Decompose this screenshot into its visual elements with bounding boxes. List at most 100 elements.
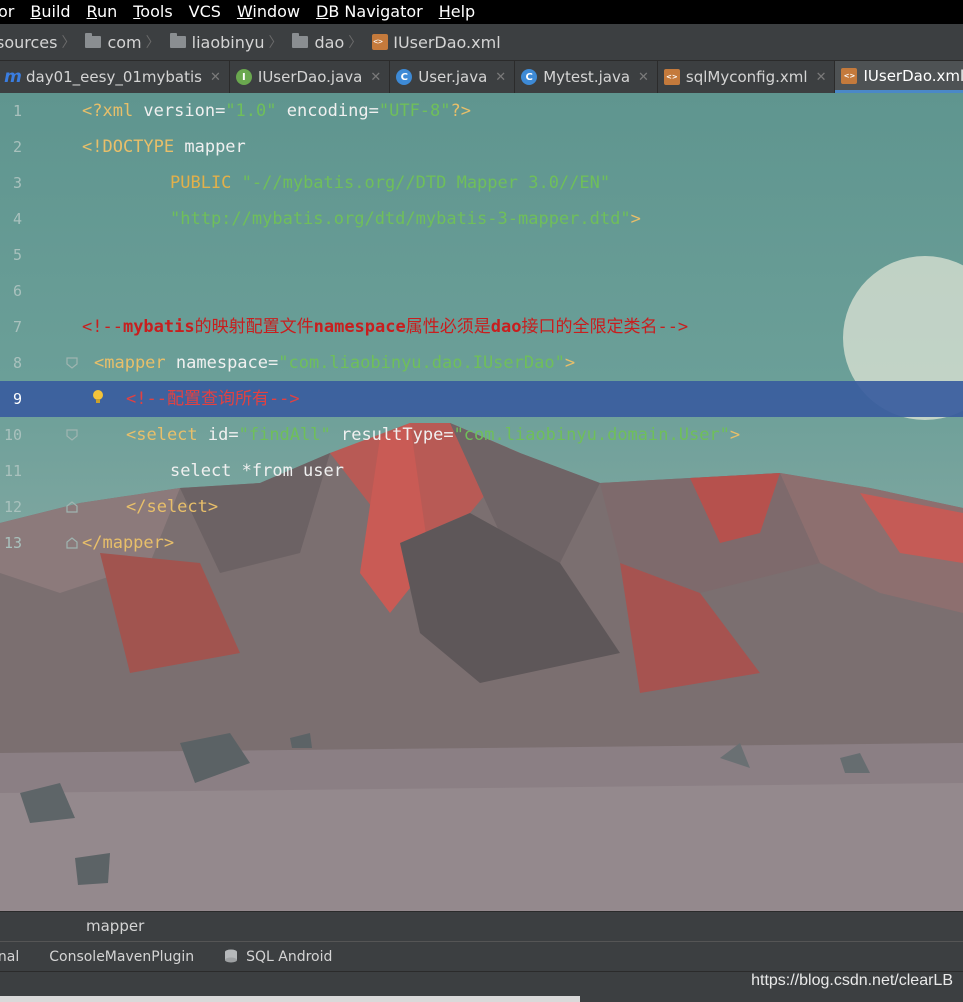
tool-window-label: SQL Android xyxy=(246,949,333,965)
fold-end-icon[interactable] xyxy=(66,501,78,513)
menu-item-db-navigator[interactable]: DB Navigator xyxy=(308,0,431,24)
code-token: PUBLIC xyxy=(170,173,242,193)
code-line[interactable]: 12 </select> xyxy=(0,489,963,525)
code-line[interactable]: 4 "http://mybatis.org/dtd/mybatis-3-mapp… xyxy=(0,201,963,237)
breadcrumb-item-com[interactable]: com 〉 xyxy=(81,32,165,52)
code-token: "UTF-8" xyxy=(378,101,451,121)
code-token: 属性必须是 xyxy=(405,317,491,337)
tool-window-console-maven-plugin[interactable]: ConsoleMavenPlugin xyxy=(49,949,194,965)
code-line[interactable]: 5 xyxy=(0,237,963,273)
xml-file-icon: <> xyxy=(841,67,858,84)
line-number: 5 xyxy=(12,246,22,264)
watermark-text: https://blog.csdn.net/clearLB xyxy=(751,972,953,989)
code-line[interactable]: 7 <!--mybatis的映射配置文件namespace属性必须是dao接口的… xyxy=(0,309,963,345)
line-number: 4 xyxy=(12,210,22,228)
structure-crumb-mapper[interactable]: mapper xyxy=(86,917,144,935)
navigation-breadcrumb: sources〉 com〉 liaobinyu〉 dao〉 IUserDao.x… xyxy=(0,24,963,61)
tab-mytest-java[interactable]: C Mytest.java ✕ xyxy=(515,61,658,93)
close-icon[interactable]: ✕ xyxy=(210,70,221,85)
tab-iuserdao-java[interactable]: I IUserDao.java ✕ xyxy=(230,61,391,93)
tab-label: IUserDao.java xyxy=(257,68,363,86)
code-token: encoding= xyxy=(276,101,379,121)
chevron-right-icon: 〉 xyxy=(61,35,76,51)
folder-icon xyxy=(85,33,102,48)
code-token: <select xyxy=(126,425,208,445)
tab-sqlmyconfig-xml[interactable]: <> sqlMyconfig.xml ✕ xyxy=(658,61,836,93)
close-icon[interactable]: ✕ xyxy=(495,70,506,85)
chevron-right-icon: 〉 xyxy=(268,35,283,51)
code-token: id= xyxy=(207,425,239,445)
line-number: 8 xyxy=(12,354,22,372)
menu-item-build[interactable]: Build xyxy=(22,0,78,24)
code-line[interactable]: 1 <?xml version="1.0" encoding="UTF-8"?> xyxy=(0,93,963,129)
menu-item-vcs[interactable]: VCS xyxy=(181,0,229,24)
breadcrumb-label: sources xyxy=(0,32,58,52)
fold-icon[interactable] xyxy=(66,429,78,441)
breadcrumb-item-iuserdao-xml[interactable]: IUserDao.xml xyxy=(368,32,501,52)
code-line[interactable]: 3 PUBLIC "-//mybatis.org//DTD Mapper 3.0… xyxy=(0,165,963,201)
code-token: <!DOCTYPE xyxy=(82,137,185,157)
line-number: 3 xyxy=(12,174,22,192)
breadcrumb-item-dao[interactable]: dao 〉 xyxy=(288,32,368,52)
tab-day01-eesy-01mybatis[interactable]: m day01_eesy_01mybatis ✕ xyxy=(0,61,230,93)
tool-window-terminal[interactable]: inal xyxy=(0,949,19,965)
tab-iuserdao-xml[interactable]: <> IUserDao.xml xyxy=(835,61,963,93)
code-line[interactable]: 8 <mapper namespace="com.liaobinyu.dao.I… xyxy=(0,345,963,381)
status-progress-strip xyxy=(0,996,580,1002)
breadcrumb-label: IUserDao.xml xyxy=(393,32,501,52)
code-token: <!-- xyxy=(82,317,123,337)
fold-end-icon[interactable] xyxy=(66,537,78,549)
menu-item-run[interactable]: Run xyxy=(79,0,126,24)
menu-item-window[interactable]: Window xyxy=(229,0,308,24)
menu-item-window-rest: indow xyxy=(252,2,301,21)
code-text: "http://mybatis.org/dtd/mybatis-3-mapper… xyxy=(170,201,641,237)
editor-tabs: m day01_eesy_01mybatis ✕ I IUserDao.java… xyxy=(0,61,963,94)
menu-item-help[interactable]: Help xyxy=(431,0,483,24)
menu-item-partial[interactable]: or xyxy=(0,0,22,24)
code-text: </mapper> xyxy=(82,525,174,561)
menu-item-help-rest: elp xyxy=(450,2,476,21)
code-token: resultType= xyxy=(330,425,454,445)
tab-label: User.java xyxy=(418,68,488,86)
code-token: ?> xyxy=(450,101,471,121)
code-text: <!--配置查询所有--> xyxy=(126,381,300,417)
fold-icon[interactable] xyxy=(66,357,78,369)
structure-breadcrumb-bar: mapper xyxy=(0,911,963,942)
m-icon: m xyxy=(4,67,22,87)
tab-label: IUserDao.xml xyxy=(863,66,963,85)
line-number: 11 xyxy=(3,462,22,480)
code-text: </select> xyxy=(126,489,218,525)
menu-item-tools[interactable]: Tools xyxy=(125,0,180,24)
ground-near-shape xyxy=(0,783,963,911)
code-token: --> xyxy=(657,317,689,337)
close-icon[interactable]: ✕ xyxy=(370,70,381,85)
tool-window-sql-android[interactable]: SQL Android xyxy=(224,949,332,965)
close-icon[interactable]: ✕ xyxy=(638,70,649,85)
code-text: <!--mybatis的映射配置文件namespace属性必须是dao接口的全限… xyxy=(82,309,688,345)
code-token: select *from user xyxy=(170,461,344,481)
code-line[interactable]: 13 </mapper> xyxy=(0,525,963,561)
code-editor[interactable]: 1 <?xml version="1.0" encoding="UTF-8"?>… xyxy=(0,93,963,911)
code-token: "http://mybatis.org/dtd/mybatis-3-mapper… xyxy=(170,209,631,229)
folder-icon xyxy=(169,33,186,48)
code-token: "com.liaobinyu.domain.User" xyxy=(453,425,730,445)
breadcrumb-item-sources[interactable]: sources 〉 xyxy=(0,32,81,52)
code-line[interactable]: 10 <select id="findAll" resultType="com.… xyxy=(0,417,963,453)
code-line[interactable]: 11 select *from user xyxy=(0,453,963,489)
close-icon[interactable]: ✕ xyxy=(816,70,827,85)
breadcrumb-label: liaobinyu xyxy=(191,32,265,52)
menu-item-tools-rest: ools xyxy=(140,2,173,21)
code-line[interactable]: 6 xyxy=(0,273,963,309)
tab-label: Mytest.java xyxy=(543,68,631,86)
code-line-current[interactable]: 9 <!--配置查询所有--> xyxy=(0,381,963,417)
folder-icon xyxy=(292,33,309,48)
breadcrumb-item-liaobinyu[interactable]: liaobinyu 〉 xyxy=(166,32,289,52)
code-token: 的映射配置文件 xyxy=(194,317,314,337)
lightbulb-icon[interactable] xyxy=(92,389,104,405)
code-token: <mapper xyxy=(94,353,176,373)
tab-user-java[interactable]: C User.java ✕ xyxy=(390,61,516,93)
code-line[interactable]: 2 <!DOCTYPE mapper xyxy=(0,129,963,165)
code-token: version= xyxy=(143,101,226,121)
code-token: dao xyxy=(490,317,522,337)
interface-icon: I xyxy=(235,69,252,85)
